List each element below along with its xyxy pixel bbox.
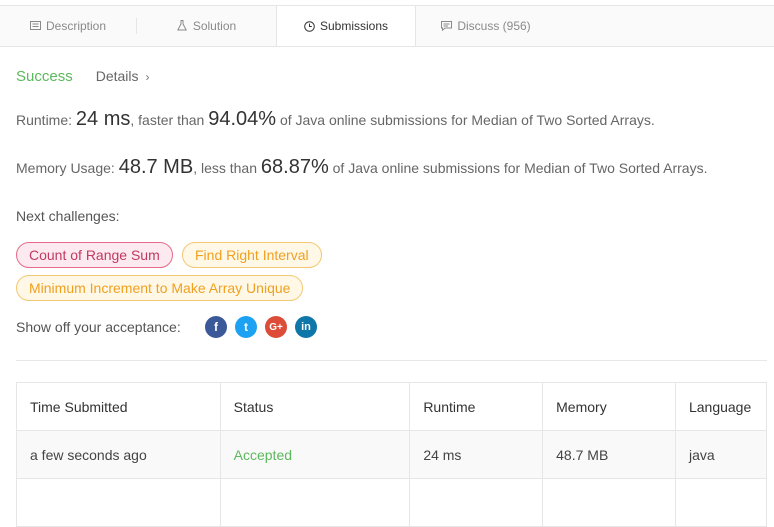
next-challenges-label: Next challenges: bbox=[16, 208, 120, 224]
description-icon bbox=[29, 20, 41, 31]
tab-submissions[interactable]: Submissions bbox=[276, 6, 416, 46]
table-row: a few seconds ago Accepted 24 ms 48.7 MB… bbox=[16, 430, 768, 479]
memory-stat: Memory Usage: 48.7 MB, less than 68.87% … bbox=[16, 156, 707, 179]
details-link[interactable]: Details › bbox=[96, 68, 150, 84]
header-status[interactable]: Status bbox=[219, 382, 411, 431]
header-runtime[interactable]: Runtime bbox=[409, 382, 544, 431]
runtime-comparison: , faster than bbox=[130, 112, 205, 128]
header-memory[interactable]: Memory bbox=[542, 382, 676, 431]
twitter-icon[interactable]: t bbox=[235, 316, 257, 338]
tab-solution[interactable]: Solution bbox=[137, 6, 276, 45]
chat-icon bbox=[441, 20, 453, 31]
challenge-chip-minimum-increment[interactable]: Minimum Increment to Make Array Unique bbox=[16, 275, 304, 301]
header-language[interactable]: Language bbox=[674, 382, 768, 431]
memory-suffix: of Java online submissions for Median of… bbox=[332, 160, 708, 176]
memory-label: Memory Usage: bbox=[16, 160, 115, 176]
memory-percent: 68.87% bbox=[260, 156, 329, 178]
runtime-stat: Runtime: 24 ms, faster than 94.04% of Ja… bbox=[16, 108, 655, 131]
details-label: Details bbox=[95, 68, 139, 84]
table-row-empty bbox=[16, 478, 768, 527]
submissions-table: Time Submitted Status Runtime Memory Lan… bbox=[16, 382, 768, 527]
cell-status: Accepted bbox=[219, 430, 411, 479]
linkedin-icon[interactable]: in bbox=[295, 316, 317, 338]
table-header-row: Time Submitted Status Runtime Memory Lan… bbox=[16, 382, 768, 431]
tab-discuss[interactable]: Discuss (956) bbox=[416, 6, 556, 45]
cell-time-submitted: a few seconds ago bbox=[16, 430, 221, 479]
chevron-right-icon: › bbox=[145, 70, 150, 84]
challenge-chip-find-right-interval[interactable]: Find Right Interval bbox=[182, 242, 322, 268]
result-header: Success Details › bbox=[16, 68, 150, 85]
runtime-value: 24 ms bbox=[75, 108, 131, 130]
accepted-link[interactable]: Accepted bbox=[234, 447, 292, 463]
cell-language: java bbox=[674, 430, 768, 479]
google-plus-icon[interactable]: G+ bbox=[265, 316, 287, 338]
cell-memory: 48.7 MB bbox=[542, 430, 676, 479]
runtime-suffix: of Java online submissions for Median of… bbox=[279, 112, 655, 128]
tab-label: Submissions bbox=[319, 19, 389, 33]
problem-tabs: Description Solution Submissions Discuss… bbox=[0, 6, 774, 47]
flask-icon bbox=[177, 20, 188, 31]
runtime-percent: 94.04% bbox=[208, 108, 277, 130]
tab-label: Description bbox=[45, 18, 107, 33]
tab-description[interactable]: Description bbox=[0, 6, 136, 45]
share-label: Show off your acceptance: bbox=[16, 319, 181, 335]
facebook-icon[interactable]: f bbox=[205, 316, 227, 338]
header-time-submitted[interactable]: Time Submitted bbox=[16, 382, 221, 431]
memory-value: 48.7 MB bbox=[118, 156, 194, 178]
runtime-label: Runtime: bbox=[16, 112, 73, 128]
challenge-chip-count-of-range-sum[interactable]: Count of Range Sum bbox=[16, 242, 173, 268]
tab-label: Discuss (956) bbox=[457, 18, 531, 33]
clock-icon bbox=[304, 20, 315, 32]
cell-runtime: 24 ms bbox=[409, 430, 544, 479]
memory-comparison: , less than bbox=[193, 160, 258, 176]
section-divider bbox=[16, 360, 767, 361]
status-success: Success bbox=[16, 68, 73, 85]
tab-label: Solution bbox=[192, 18, 237, 33]
